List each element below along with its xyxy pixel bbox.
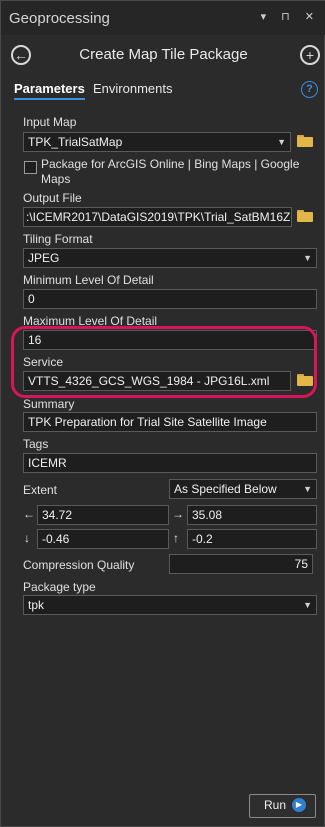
geoprocessing-pane: Geoprocessing ▾ ⊓ ✕ ← Create Map Tile Pa… [0,0,325,827]
extent-left-input[interactable]: 34.72 [37,505,169,525]
package-arcgis-online-label: Package for ArcGIS Online | Bing Maps | … [41,157,299,187]
highlight-annotation [11,326,317,398]
help-icon[interactable]: ? [301,81,318,98]
play-icon: ▶ [292,798,306,812]
summary-label: Summary [23,397,75,411]
folder-browse-icon[interactable] [297,210,313,222]
tab-parameters[interactable]: Parameters [14,81,85,100]
input-map-value: TPK_TrialSatMap [28,135,123,149]
pane-window-controls[interactable]: ▾ ⊓ ✕ [261,10,320,23]
tags-label: Tags [23,437,49,451]
extent-mode-dropdown[interactable]: As Specified Below ▼ [169,479,317,499]
package-type-label: Package type [23,580,96,594]
add-icon[interactable]: + [300,45,320,65]
compression-quality-label: Compression Quality [23,558,135,572]
output-file-input[interactable]: :\ICEMR2017\DataGIS2019\TPK\Trial_SatBM1… [23,207,292,227]
extent-right-input[interactable]: 35.08 [187,505,317,525]
tiling-format-value: JPEG [28,251,60,265]
run-label: Run [264,798,287,812]
package-arcgis-online-label-line2: Maps [41,172,71,186]
arrow-down-icon: ↓ [24,531,30,545]
input-map-label: Input Map [23,115,77,129]
compression-quality-input[interactable]: 75 [169,554,313,574]
min-lod-label: Minimum Level Of Detail [23,273,154,287]
tags-input[interactable]: ICEMR [23,453,317,473]
package-type-value: tpk [28,598,45,612]
chevron-down-icon: ▼ [277,137,286,147]
run-button[interactable]: Run ▶ [249,794,316,818]
chevron-down-icon: ▼ [303,253,312,263]
extent-top-input[interactable]: -0.2 [187,529,317,549]
tab-environments[interactable]: Environments [93,81,172,96]
tiling-format-dropdown[interactable]: JPEG ▼ [23,248,317,268]
summary-input[interactable]: TPK Preparation for Trial Site Satellite… [23,412,317,432]
min-lod-input[interactable]: 0 [23,289,317,309]
tool-title: Create Map Tile Package [79,46,248,63]
pane-title: Geoprocessing [9,10,110,27]
package-type-dropdown[interactable]: tpk ▼ [23,595,317,615]
folder-browse-icon[interactable] [297,135,313,147]
extent-label: Extent [23,483,58,497]
package-arcgis-online-label-line1: Package for ArcGIS Online | Bing Maps | … [41,157,300,171]
arrow-up-icon: ↑ [173,531,179,545]
tab-bar: Parameters Environments ? [1,81,325,103]
tiling-format-label: Tiling Format [23,232,93,246]
arrow-right-icon: → [172,507,184,521]
extent-mode-value: As Specified Below [174,482,277,496]
tool-header: ← Create Map Tile Package + [1,37,325,73]
chevron-down-icon: ▼ [303,600,312,610]
chevron-down-icon: ▼ [303,484,312,494]
output-file-label: Output File [23,191,82,205]
pane-titlebar: Geoprocessing ▾ ⊓ ✕ [1,1,325,35]
arrow-left-icon: ← [23,507,35,521]
input-map-dropdown[interactable]: TPK_TrialSatMap ▼ [23,132,291,152]
extent-bottom-input[interactable]: -0.46 [37,529,169,549]
package-arcgis-online-checkbox[interactable] [24,161,37,174]
